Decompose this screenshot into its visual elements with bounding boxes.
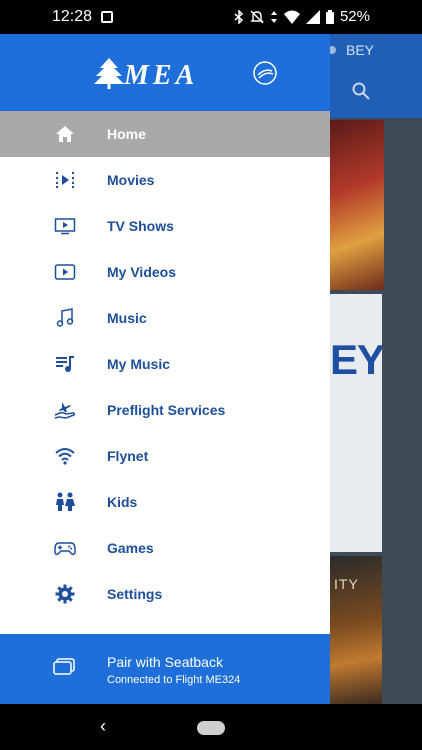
menu-item-music[interactable]: Music <box>0 295 330 341</box>
location-code: BEY <box>346 42 375 58</box>
menu-label: Games <box>107 540 154 556</box>
menu-label: Home <box>107 126 146 142</box>
menu-label: Settings <box>107 586 163 602</box>
poster-thumbnail: EY <box>330 294 382 552</box>
gamepad-icon <box>53 537 77 559</box>
wifi-icon <box>53 445 77 467</box>
footer-subtitle: Connected to Flight ME324 <box>107 674 241 686</box>
skyteam-icon <box>253 61 277 85</box>
menu-item-home[interactable]: Home <box>0 111 330 157</box>
menu-label: Movies <box>107 172 155 188</box>
menu-item-settings[interactable]: Settings <box>0 571 330 617</box>
cedar-tree-icon <box>94 58 124 89</box>
menu-item-my-music[interactable]: My Music <box>0 341 330 387</box>
menu-label: Music <box>107 310 147 326</box>
music-list-icon <box>53 353 77 375</box>
menu-item-games[interactable]: Games <box>0 525 330 571</box>
poster-text: ITY <box>334 576 359 592</box>
home-button[interactable] <box>197 721 225 735</box>
signal-icon <box>305 9 320 24</box>
system-nav-bar: ‹ <box>0 704 422 750</box>
mea-logo: MEA <box>92 54 282 94</box>
home-icon <box>53 123 77 145</box>
gear-icon <box>53 583 77 605</box>
menu-item-movies[interactable]: Movies <box>0 157 330 203</box>
kids-icon <box>53 491 77 513</box>
status-icons: 52% <box>234 8 370 25</box>
wifi-status-icon <box>283 10 300 24</box>
bluetooth-icon <box>234 9 244 24</box>
battery-icon <box>325 9 334 24</box>
battery-level: 52% <box>339 8 370 25</box>
menu-item-kids[interactable]: Kids <box>0 479 330 525</box>
pair-seatback-button[interactable]: Pair with Seatback Connected to Flight M… <box>0 634 330 704</box>
back-button[interactable]: ‹ <box>100 716 106 737</box>
poster-thumbnail <box>330 120 384 290</box>
menu-label: My Videos <box>107 264 176 280</box>
navigation-drawer: MEA Home Movies TV Shows My Videos Music… <box>0 34 330 704</box>
seatback-screen-icon <box>53 658 75 675</box>
image-notification-icon <box>101 11 113 23</box>
menu-label: My Music <box>107 356 171 372</box>
search-icon <box>352 82 370 100</box>
tv-icon <box>53 215 77 237</box>
menu-label: Flynet <box>107 448 149 464</box>
drawer-header: MEA <box>0 34 330 111</box>
menu-item-my-videos[interactable]: My Videos <box>0 249 330 295</box>
plane-hand-icon <box>53 399 77 421</box>
mute-icon <box>250 10 264 23</box>
menu-label: Preflight Services <box>107 402 226 418</box>
menu-label: Kids <box>107 494 138 510</box>
poster-text: EY <box>330 336 382 383</box>
music-note-icon <box>53 307 77 329</box>
menu-item-preflight-services[interactable]: Preflight Services <box>0 387 330 433</box>
footer-title: Pair with Seatback <box>107 654 223 670</box>
brand-name: MEA <box>124 60 199 91</box>
movies-icon <box>53 169 77 191</box>
drawer-menu: Home Movies TV Shows My Videos Music My … <box>0 111 330 617</box>
data-arrows-icon <box>270 10 277 23</box>
menu-item-tv-shows[interactable]: TV Shows <box>0 203 330 249</box>
menu-label: TV Shows <box>107 218 174 234</box>
clock: 12:28 <box>52 8 93 25</box>
play-icon <box>53 261 77 283</box>
status-bar: 12:28 52% <box>0 0 422 34</box>
menu-item-flynet[interactable]: Flynet <box>0 433 330 479</box>
poster-thumbnail: ITY <box>330 556 382 704</box>
